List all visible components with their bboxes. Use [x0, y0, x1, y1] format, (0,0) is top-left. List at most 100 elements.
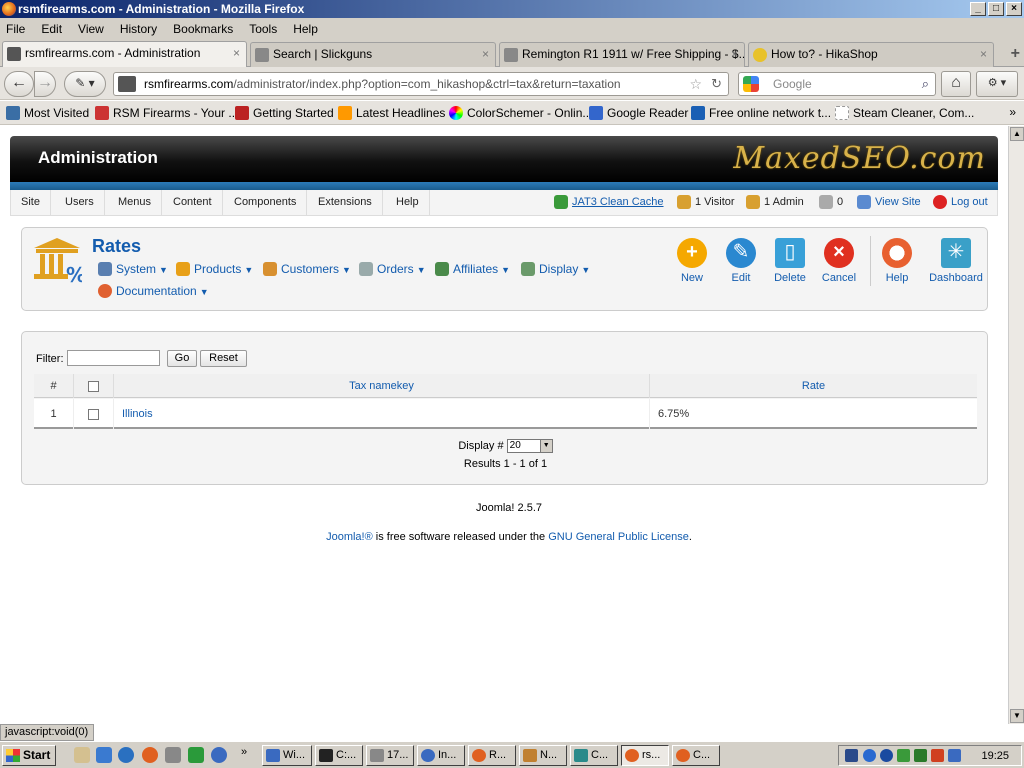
joomla-link[interactable]: Joomla!® [326, 531, 373, 543]
scroll-down-icon[interactable]: ▼ [1010, 709, 1024, 723]
shield-icon[interactable] [845, 749, 858, 762]
maximize-button[interactable]: □ [988, 2, 1004, 16]
go-button[interactable]: Go [167, 350, 197, 367]
tab-administration[interactable]: rsmfirearms.com - Administration × [2, 41, 247, 68]
quicklaunch-icon[interactable] [96, 747, 112, 763]
cancel-button[interactable]: × Cancel [814, 238, 864, 284]
view-site-link[interactable]: View Site [857, 190, 921, 215]
bookmark-latest-headlines[interactable]: Latest Headlines [338, 106, 445, 120]
bookmark-rsm[interactable]: RSM Firearms - Your ... [95, 106, 238, 120]
close-tab-icon[interactable]: × [482, 43, 489, 66]
taskbar-item[interactable]: R... [468, 745, 516, 766]
volume-icon[interactable] [948, 749, 961, 762]
close-window-button[interactable]: × [1006, 2, 1022, 16]
nav-extensions[interactable]: Extensions [308, 190, 383, 215]
menu-tools[interactable]: Tools [249, 22, 277, 36]
search-bar[interactable]: Google ⌕ [738, 72, 936, 96]
quicklaunch-icon[interactable] [211, 747, 227, 763]
nav-users[interactable]: Users [55, 190, 105, 215]
submenu-documentation[interactable]: Documentation ▼ [98, 284, 209, 298]
bluetooth-icon[interactable] [863, 749, 876, 762]
bookmark-network-tools[interactable]: Free online network t... [691, 106, 831, 120]
bookmark-star-icon[interactable]: ☆ [689, 73, 702, 95]
ie-icon[interactable] [118, 747, 134, 763]
delete-button[interactable]: ▯ Delete [765, 238, 815, 284]
messages-count[interactable]: 0 [819, 190, 843, 215]
submenu-affiliates[interactable]: Affiliates ▼ [435, 262, 510, 276]
tray-app-icon[interactable] [931, 749, 944, 762]
column-rate[interactable]: Rate [650, 374, 977, 398]
tab-remington[interactable]: Remington R1 1911 w/ Free Shipping - $..… [499, 42, 745, 67]
nav-components[interactable]: Components [224, 190, 308, 215]
taskbar-item[interactable]: In... [417, 745, 465, 766]
help-button[interactable]: Help [872, 238, 922, 284]
menu-view[interactable]: View [78, 22, 104, 36]
excel-icon[interactable] [188, 747, 204, 763]
gpl-link[interactable]: GNU General Public License [548, 531, 689, 543]
taskbar-item[interactable]: C:... [315, 745, 363, 766]
display-count-select[interactable]: 20 ▼ [506, 439, 553, 453]
bookmarks-overflow-icon[interactable]: » [1009, 105, 1016, 119]
edit-pencil-button[interactable]: ✎ ▾ [64, 71, 106, 97]
battery-icon[interactable] [897, 749, 910, 762]
reload-icon[interactable]: ↻ [711, 73, 722, 95]
quicklaunch-icon[interactable] [74, 747, 90, 763]
quicklaunch-overflow-icon[interactable]: » [241, 746, 247, 758]
filter-input[interactable] [67, 350, 160, 366]
menu-edit[interactable]: Edit [41, 22, 62, 36]
nav-menus[interactable]: Menus [108, 190, 163, 215]
column-tax-namekey[interactable]: Tax namekey [114, 374, 650, 398]
network-icon[interactable] [914, 749, 927, 762]
clean-cache-link[interactable]: JAT3 Clean Cache [554, 190, 664, 215]
row-checkbox[interactable] [88, 408, 99, 420]
menu-history[interactable]: History [120, 22, 157, 36]
tab-slickguns[interactable]: Search | Slickguns × [250, 42, 496, 67]
submenu-products[interactable]: Products ▼ [176, 262, 253, 276]
select-all-checkbox[interactable] [88, 380, 99, 392]
nav-site[interactable]: Site [11, 190, 51, 215]
logout-link[interactable]: Log out [933, 190, 988, 215]
vertical-scrollbar[interactable]: ▲ ▼ [1008, 126, 1024, 724]
bookmark-getting-started[interactable]: Getting Started [235, 106, 334, 120]
nav-content[interactable]: Content [163, 190, 223, 215]
submenu-system[interactable]: System ▼ [98, 262, 168, 276]
bookmark-google-reader[interactable]: Google Reader [589, 106, 688, 120]
close-tab-icon[interactable]: × [233, 42, 240, 65]
dashboard-button[interactable]: ✳ Dashboard [928, 238, 984, 284]
tab-hikashop[interactable]: How to? - HikaShop × [748, 42, 994, 67]
bookmark-most-visited[interactable]: Most Visited [6, 106, 89, 120]
search-icon[interactable]: ⌕ [922, 73, 929, 95]
quicklaunch-icon[interactable] [165, 747, 181, 763]
menu-file[interactable]: File [6, 22, 25, 36]
taskbar-item[interactable]: N... [519, 745, 567, 766]
forward-button[interactable]: → [34, 71, 56, 97]
back-button[interactable]: ← [4, 71, 34, 97]
minimize-button[interactable]: _ [970, 2, 986, 16]
close-tab-icon[interactable]: × [980, 43, 987, 66]
edit-button[interactable]: ✎ Edit [716, 238, 766, 284]
submenu-customers[interactable]: Customers ▼ [263, 262, 351, 276]
tax-namekey-link[interactable]: Illinois [114, 399, 650, 429]
submenu-orders[interactable]: Orders ▼ [359, 262, 426, 276]
scroll-up-icon[interactable]: ▲ [1010, 127, 1024, 141]
nav-help[interactable]: Help [386, 190, 430, 215]
taskbar-item[interactable]: 17... [366, 745, 414, 766]
info-icon[interactable] [880, 749, 893, 762]
addon-button[interactable]: ⚙ ▾ [976, 71, 1018, 97]
taskbar-item-active[interactable]: rs... [621, 745, 669, 766]
firefox-icon[interactable] [142, 747, 158, 763]
close-tab-icon[interactable]: × [731, 43, 738, 66]
new-tab-button[interactable]: + [1011, 45, 1020, 63]
menu-bookmarks[interactable]: Bookmarks [173, 22, 233, 36]
taskbar-item[interactable]: Wi... [262, 745, 312, 766]
bookmark-colorschemer[interactable]: ColorSchemer - Onlin... [449, 106, 592, 120]
taskbar-item[interactable]: C... [570, 745, 618, 766]
taskbar-item[interactable]: C... [672, 745, 720, 766]
new-button[interactable]: + New [667, 238, 717, 284]
url-bar[interactable]: rsmfirearms.com/administrator/index.php?… [113, 72, 729, 96]
home-button[interactable]: ⌂ [941, 71, 971, 97]
start-button[interactable]: Start [2, 745, 56, 766]
submenu-display[interactable]: Display ▼ [521, 262, 590, 276]
bookmark-steam-cleaner[interactable]: Steam Cleaner, Com... [835, 106, 974, 120]
menu-help[interactable]: Help [293, 22, 318, 36]
